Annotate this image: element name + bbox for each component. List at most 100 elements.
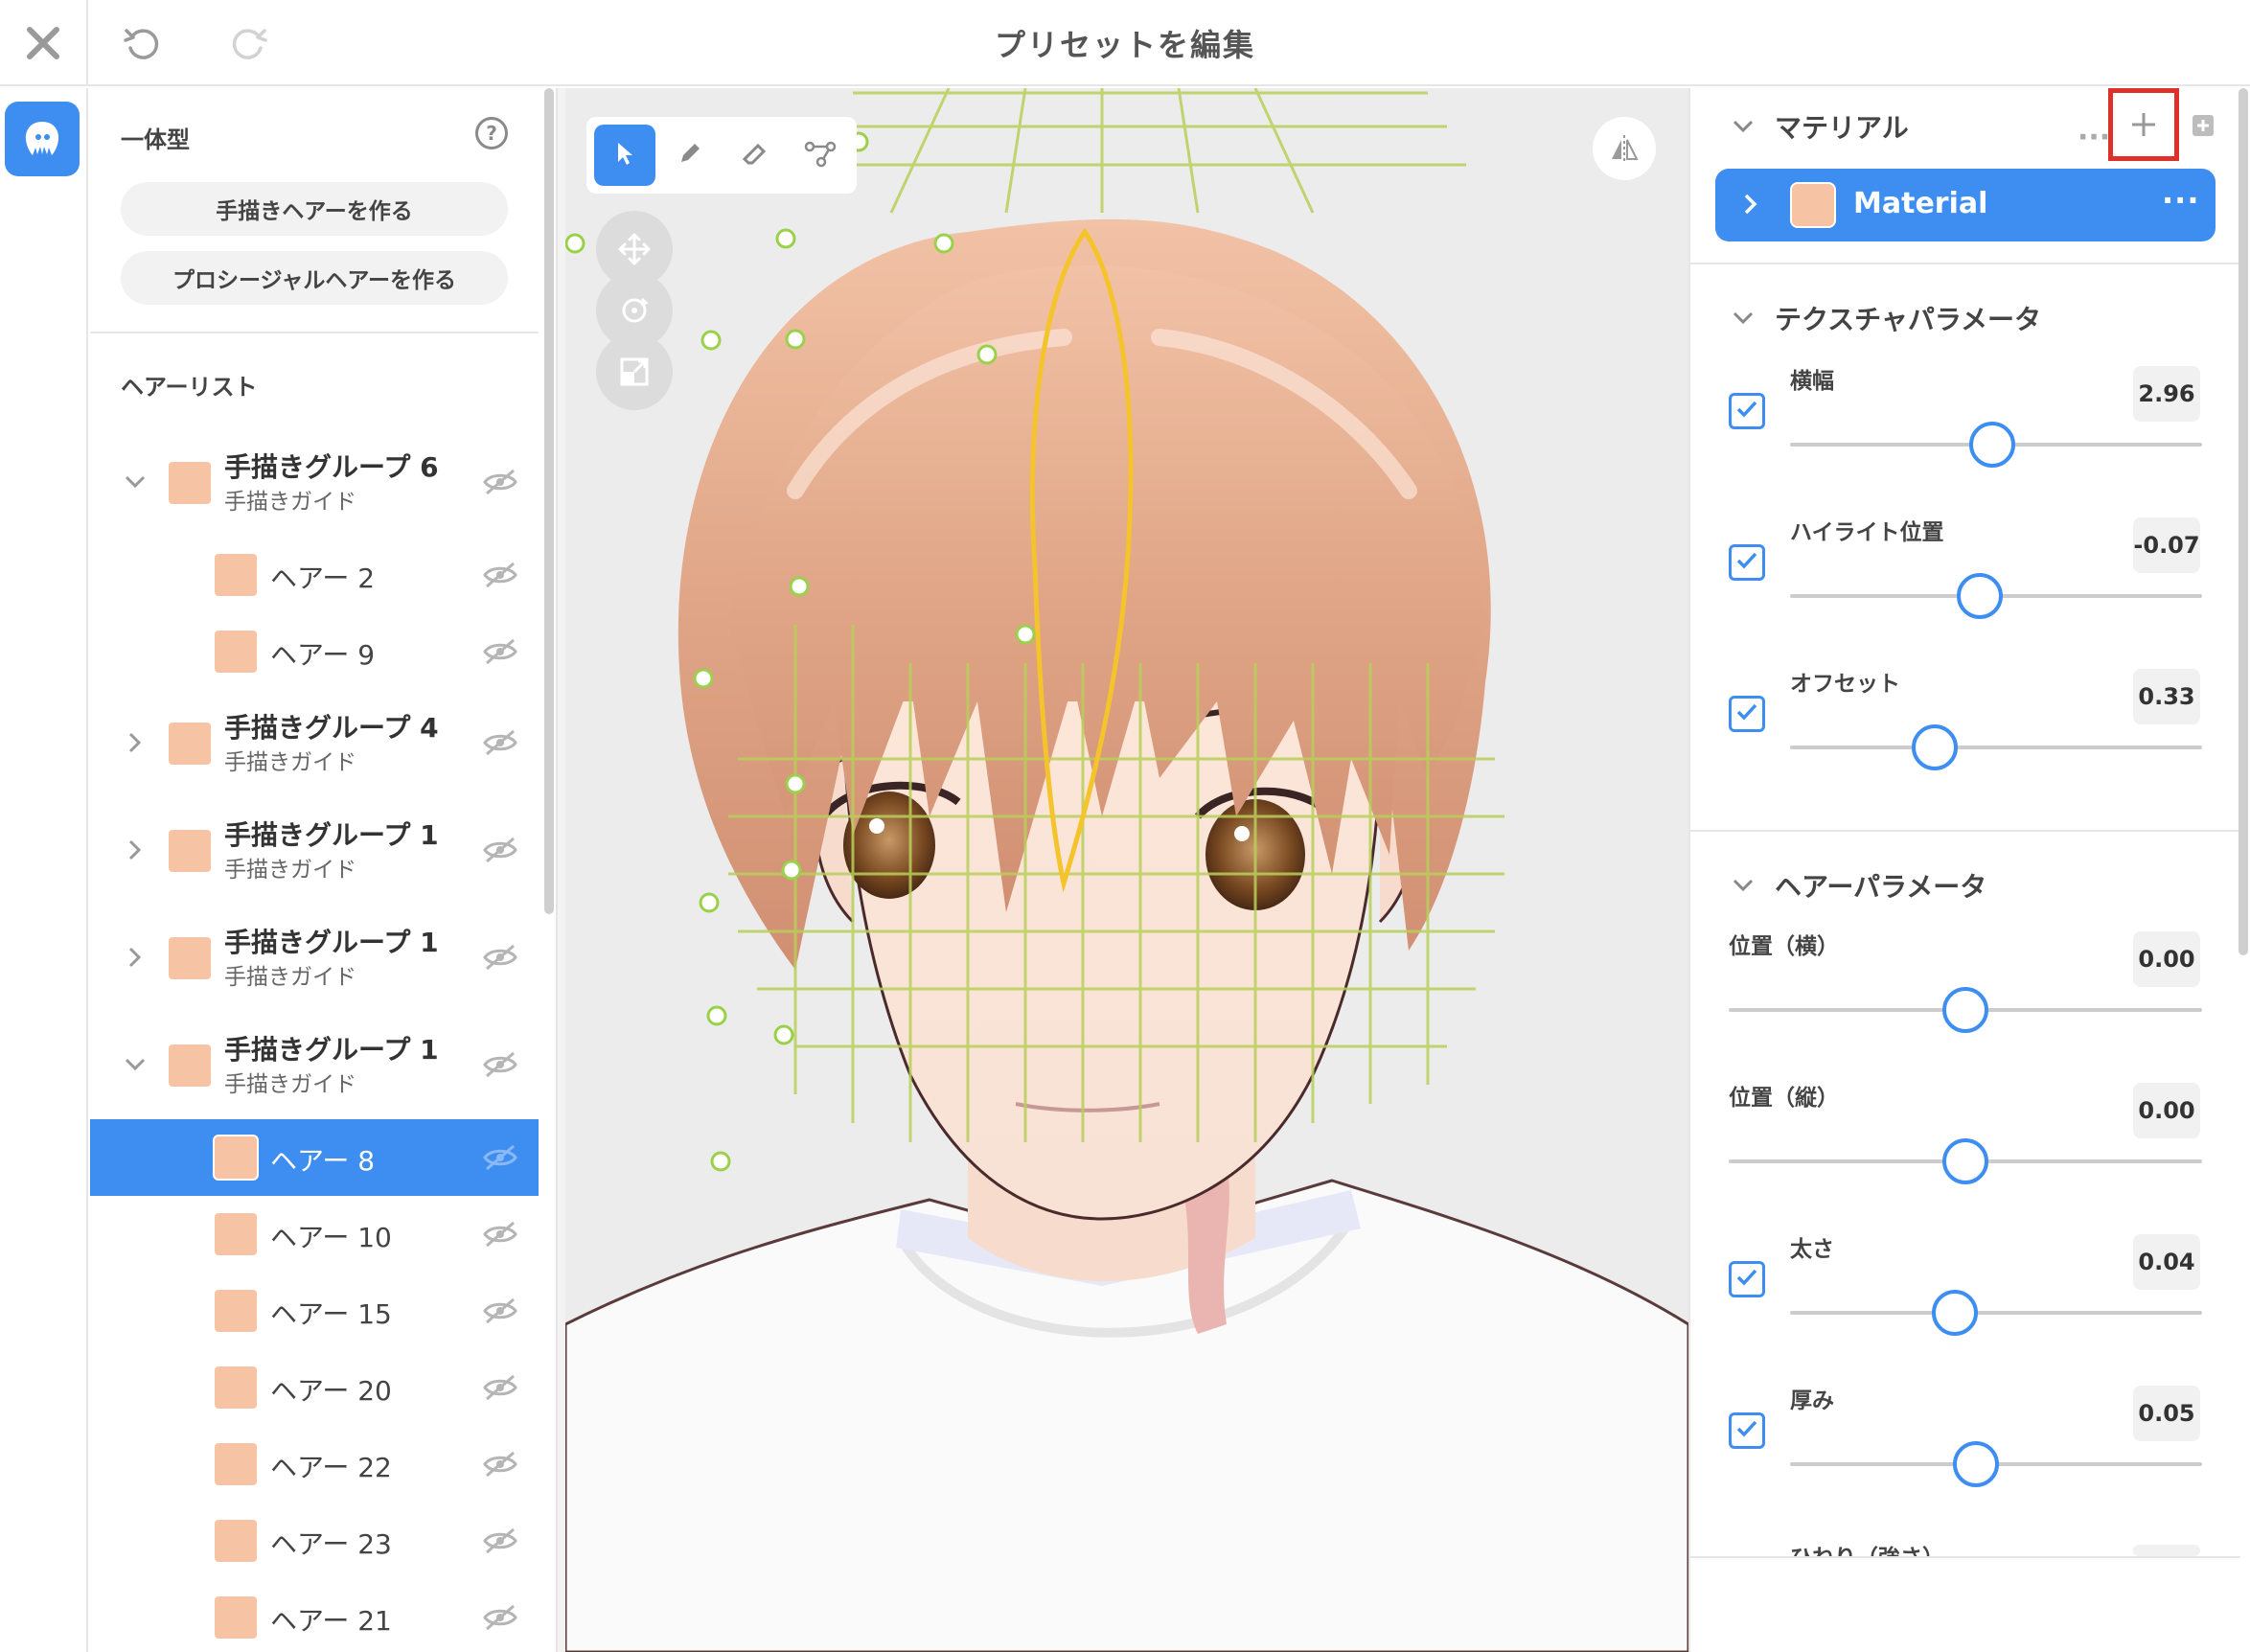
param-value-field[interactable]: -0.07 <box>2133 517 2200 573</box>
hair-color-swatch[interactable] <box>213 1135 259 1181</box>
texture-section-header[interactable]: テクスチャパラメータ <box>1729 299 2041 337</box>
page-title: プリセットを編集 <box>994 27 1255 63</box>
hair-list-scrollbar[interactable] <box>544 88 554 914</box>
param-slider-thumb[interactable] <box>1942 987 1988 1033</box>
rotate-icon <box>622 297 649 323</box>
mirror-button[interactable] <box>1593 117 1656 180</box>
param-value-field[interactable]: 0.33 <box>2133 669 2200 724</box>
divider <box>1690 263 2240 264</box>
hair-color-swatch[interactable] <box>213 1211 259 1257</box>
add-material-button[interactable] <box>2108 88 2179 161</box>
twist-strength-value[interactable] <box>2133 1545 2200 1556</box>
hair-color-swatch[interactable] <box>213 1365 259 1411</box>
param-slider-track[interactable] <box>1790 1311 2202 1315</box>
hair-name: ヘアー 15 <box>270 1298 392 1330</box>
visibility-off-icon[interactable] <box>483 1220 517 1249</box>
hair-item-row[interactable]: ヘアー 2 <box>90 537 539 613</box>
pen-tool-button[interactable] <box>659 125 721 186</box>
visibility-off-icon[interactable] <box>483 728 517 757</box>
hair-item-row[interactable]: ヘアー 10 <box>90 1196 539 1273</box>
material-item[interactable]: Material ··· <box>1715 169 2216 241</box>
hair-color-swatch[interactable] <box>213 1518 259 1564</box>
chevron-right-icon[interactable] <box>121 943 149 972</box>
group-color-swatch[interactable] <box>167 828 213 874</box>
hair-group-row[interactable]: 手描きグループ 1 手描きガイド <box>90 797 539 905</box>
material-color-swatch[interactable] <box>1790 182 1836 228</box>
param-value-field[interactable]: 0.00 <box>2133 931 2200 987</box>
chevron-right-icon[interactable] <box>121 836 149 864</box>
group-color-swatch[interactable] <box>167 1043 213 1089</box>
character-preview[interactable] <box>565 88 1688 1652</box>
help-icon: ? <box>486 122 497 145</box>
param-slider-thumb[interactable] <box>1956 573 2003 619</box>
visibility-off-icon[interactable] <box>483 836 517 864</box>
group-color-swatch[interactable] <box>167 935 213 981</box>
hair-group-row[interactable]: 手描きグループ 6 手描きガイド <box>90 429 539 537</box>
visibility-off-icon[interactable] <box>483 561 517 589</box>
visibility-off-icon[interactable] <box>483 1526 517 1555</box>
visibility-off-icon[interactable] <box>483 1450 517 1479</box>
param-checkbox[interactable] <box>1729 544 1765 581</box>
visibility-off-icon[interactable] <box>483 943 517 972</box>
material-item-more-button[interactable]: ··· <box>2162 182 2199 218</box>
hair-item-row[interactable]: ヘアー 22 <box>90 1426 539 1503</box>
hair-item-row[interactable]: ヘアー 23 <box>90 1503 539 1579</box>
param-value-field[interactable]: 0.04 <box>2133 1234 2200 1290</box>
help-button[interactable]: ? <box>475 117 508 149</box>
material-more-button[interactable]: ··· <box>2078 121 2110 154</box>
param-checkbox[interactable] <box>1729 696 1765 732</box>
path-tool-button[interactable] <box>790 125 851 186</box>
visibility-off-icon[interactable] <box>483 1603 517 1632</box>
param-slider-track[interactable] <box>1790 746 2202 749</box>
3d-viewport[interactable] <box>565 88 1688 1652</box>
hair-color-swatch[interactable] <box>213 629 259 675</box>
group-subtitle: 手描きガイド <box>224 490 356 515</box>
visibility-off-icon[interactable] <box>483 1296 517 1325</box>
group-name: 手描きグループ 1 <box>224 1034 439 1066</box>
param-slider-thumb[interactable] <box>1932 1290 1978 1336</box>
hair-item-row[interactable]: ヘアー 8 <box>90 1119 539 1196</box>
group-color-swatch[interactable] <box>167 721 213 767</box>
param-checkbox[interactable] <box>1729 1412 1765 1449</box>
hair-group-row[interactable]: 手描きグループ 4 手描きガイド <box>90 690 539 797</box>
eraser-tool-button[interactable] <box>724 125 786 186</box>
group-color-swatch[interactable] <box>167 460 213 506</box>
hair-item-row[interactable]: ヘアー 15 <box>90 1273 539 1349</box>
hair-item-row[interactable]: ヘアー 21 <box>90 1579 539 1652</box>
hair-color-swatch[interactable] <box>213 1595 259 1641</box>
create-procedural-hair-button[interactable]: プロシージャルヘアーを作る <box>121 251 508 305</box>
visibility-off-icon[interactable] <box>483 468 517 496</box>
param-slider-thumb[interactable] <box>1952 1441 1999 1487</box>
visibility-off-icon[interactable] <box>483 637 517 666</box>
param-checkbox[interactable] <box>1729 393 1765 429</box>
hair-color-swatch[interactable] <box>213 552 259 598</box>
hair-group-row[interactable]: 手描きグループ 1 手描きガイド <box>90 905 539 1012</box>
param-checkbox[interactable] <box>1729 1261 1765 1297</box>
param-slider-thumb[interactable] <box>1911 724 1958 770</box>
hair-param-section-header[interactable]: ヘアーパラメータ <box>1729 866 1986 905</box>
material-section-header[interactable]: マテリアル <box>1729 107 1909 146</box>
param-value-field[interactable]: 2.96 <box>2133 366 2200 422</box>
visibility-off-icon[interactable] <box>483 1143 517 1172</box>
properties-scrollbar[interactable] <box>2239 88 2248 955</box>
hair-color-swatch[interactable] <box>213 1288 259 1334</box>
param-slider-thumb[interactable] <box>1942 1138 1988 1184</box>
scale-button[interactable] <box>596 333 673 410</box>
hair-group-row[interactable]: 手描きグループ 1 手描きガイド <box>90 1012 539 1119</box>
create-hand-drawn-hair-button[interactable]: 手描きヘアーを作る <box>121 182 508 236</box>
hair-item-row[interactable]: ヘアー 20 <box>90 1349 539 1426</box>
param-value-field[interactable]: 0.00 <box>2133 1083 2200 1138</box>
hair-item-row[interactable]: ヘアー 9 <box>90 613 539 690</box>
select-tool-button[interactable] <box>594 125 655 186</box>
param-value-field[interactable]: 0.05 <box>2133 1386 2200 1441</box>
visibility-off-icon[interactable] <box>483 1050 517 1079</box>
chevron-down-icon[interactable] <box>121 1050 149 1079</box>
divider <box>1690 830 2240 832</box>
visibility-off-icon[interactable] <box>483 1373 517 1402</box>
hair-color-swatch[interactable] <box>213 1441 259 1487</box>
chevron-right-icon[interactable] <box>121 728 149 757</box>
duplicate-icon[interactable] <box>2187 109 2219 142</box>
hair-mode-button[interactable] <box>5 102 80 176</box>
param-slider-thumb[interactable] <box>1968 422 2015 468</box>
chevron-down-icon[interactable] <box>121 468 149 496</box>
